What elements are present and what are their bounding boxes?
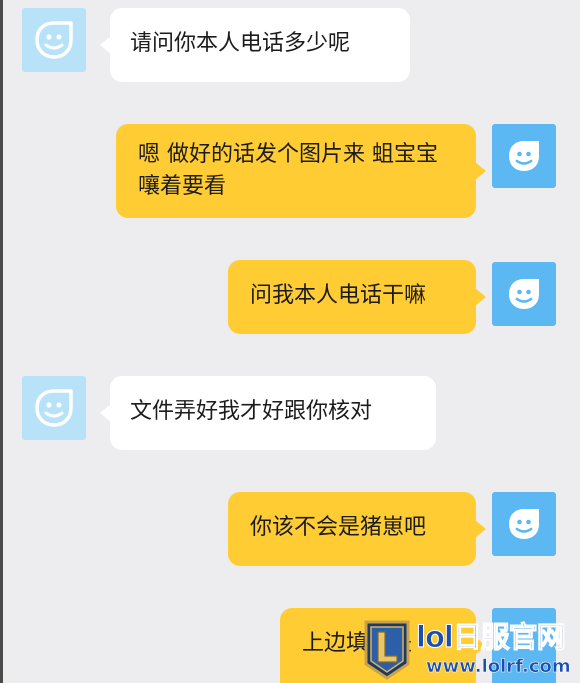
left-edge-divider bbox=[0, 0, 3, 683]
user-avatar[interactable] bbox=[492, 124, 556, 188]
message-bubble-sent[interactable]: 你该不会是猪崽吧 bbox=[228, 492, 486, 566]
bubble-tail bbox=[100, 36, 111, 54]
message-bubble-received[interactable]: 文件弄好我才好跟你核对 bbox=[100, 376, 436, 450]
watermark-url: www.lolrf.com bbox=[426, 656, 571, 678]
chat-bot-avatar-icon bbox=[35, 21, 73, 59]
contact-avatar[interactable] bbox=[22, 376, 86, 440]
bubble-tail bbox=[475, 520, 486, 538]
chat-bot-avatar-icon bbox=[509, 509, 539, 539]
message-text: 嗯 做好的话发个图片来 蛆宝宝嚷着要看 bbox=[138, 142, 438, 199]
message-bubble-sent[interactable]: 嗯 做好的话发个图片来 蛆宝宝嚷着要看 bbox=[116, 124, 486, 218]
message-bubble-received[interactable]: 请问你本人电话多少呢 bbox=[100, 8, 410, 82]
message-text: 请问你本人电话多少呢 bbox=[130, 31, 351, 56]
chat-bot-avatar-icon bbox=[35, 389, 73, 427]
message-text: 文件弄好我才好跟你核对 bbox=[130, 399, 373, 424]
user-avatar[interactable] bbox=[492, 262, 556, 326]
user-avatar[interactable] bbox=[492, 492, 556, 556]
bubble-tail bbox=[100, 404, 111, 422]
message-bubble-sent[interactable]: 问我本人电话干嘛 bbox=[228, 260, 486, 334]
site-watermark: lol日服官网 www.lolrf.com bbox=[362, 620, 580, 683]
bubble-tail bbox=[475, 288, 486, 306]
chat-bot-avatar-icon bbox=[509, 279, 539, 309]
bubble-tail bbox=[475, 162, 486, 180]
message-text: 你该不会是猪崽吧 bbox=[250, 515, 427, 540]
message-text: 问我本人电话干嘛 bbox=[250, 283, 427, 308]
chat-bot-avatar-icon bbox=[509, 141, 539, 171]
watermark-title: lol日服官网 bbox=[416, 620, 567, 655]
contact-avatar[interactable] bbox=[22, 8, 86, 72]
league-logo-icon bbox=[364, 620, 410, 680]
